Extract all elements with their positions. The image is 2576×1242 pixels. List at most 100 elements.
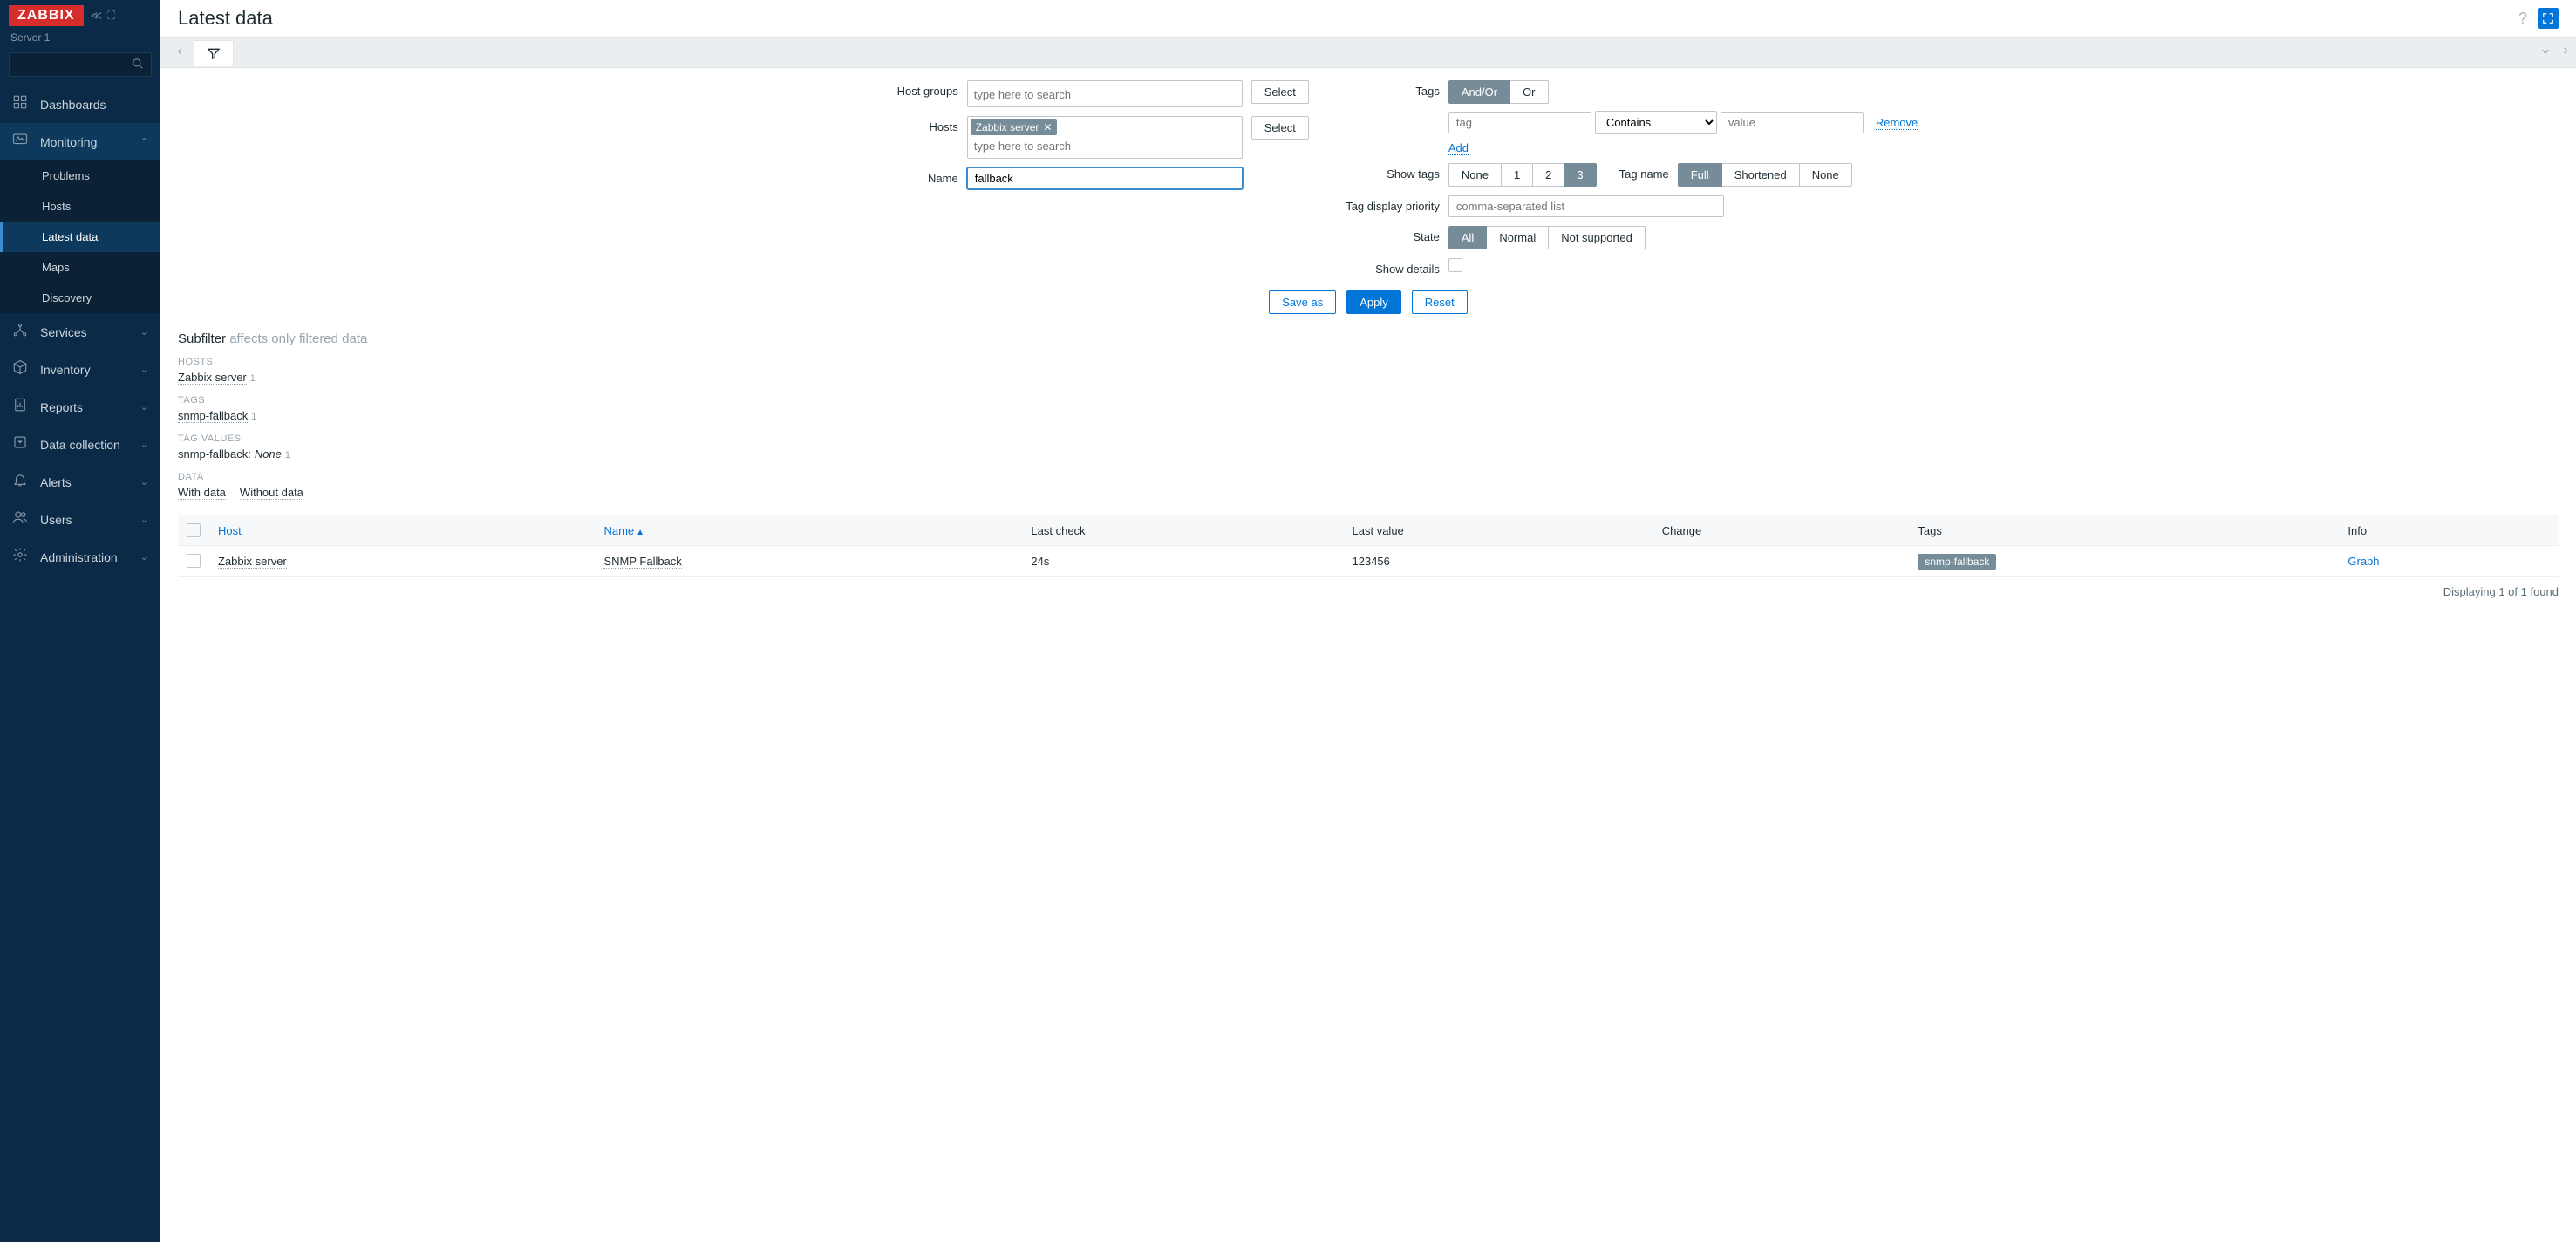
show-details-checkbox[interactable] [1448,258,1462,272]
tags-mode-or[interactable]: Or [1510,80,1548,104]
brand-logo[interactable]: ZABBIX [9,5,84,26]
row-name-link[interactable]: SNMP Fallback [603,555,681,569]
subfilter-tag-item[interactable]: snmp-fallback 1 [178,409,256,423]
nav-latest-data[interactable]: Latest data [0,222,160,252]
subfilter-data-label: DATA [178,472,2559,482]
tag-name-shortened[interactable]: Shortened [1722,163,1800,187]
hosts-select-button[interactable]: Select [1251,116,1309,140]
page-title: Latest data [178,7,273,30]
tag-name-group: Full Shortened None [1678,163,1852,187]
reports-icon [12,397,28,417]
chevron-down-icon: ⌄ [140,439,148,450]
nav-inventory[interactable]: Inventory ⌄ [0,351,160,388]
main-content: Latest data ? Ho [160,0,2576,1242]
tab-prev-icon[interactable] [166,41,194,65]
sidebar-header: ZABBIX ≪ ⛶ [0,0,160,28]
tag-add-link[interactable]: Add [1448,141,1469,155]
show-tags-2[interactable]: 2 [1533,163,1564,187]
label-tags: Tags [1344,80,1440,98]
filter-collapse-icon[interactable] [2539,45,2552,60]
subfilter-with-data[interactable]: With data [178,486,226,500]
row-checkbox[interactable] [187,554,201,568]
alerts-icon [12,472,28,492]
chevron-down-icon: ⌄ [140,401,148,413]
filter-right-column: Tags And/Or Or Contains Remove [1344,80,1918,276]
state-not-supported[interactable]: Not supported [1549,226,1646,249]
main-nav: Dashboards Monitoring ⌃ Problems Hosts L… [0,85,160,576]
subfilter-host-item[interactable]: Zabbix server 1 [178,371,256,385]
host-groups-multiselect[interactable] [967,80,1243,107]
global-search[interactable] [9,52,152,77]
tab-next-icon[interactable] [2560,45,2571,60]
col-host[interactable]: Host [209,515,595,546]
tag-name-input[interactable] [1448,112,1591,133]
chevron-down-icon: ⌄ [140,364,148,375]
nav-services[interactable]: Services ⌄ [0,313,160,351]
tag-remove-link[interactable]: Remove [1876,116,1918,130]
host-groups-input[interactable] [971,85,1239,104]
name-input[interactable] [967,167,1243,189]
row-host-link[interactable]: Zabbix server [218,555,287,569]
filter-icon [207,46,221,60]
host-chip[interactable]: Zabbix server ✕ [971,119,1058,135]
nav-users[interactable]: Users ⌄ [0,501,160,538]
nav-discovery[interactable]: Discovery [0,283,160,313]
help-icon[interactable]: ? [2518,10,2527,28]
hosts-input[interactable] [971,137,1239,155]
reset-button[interactable]: Reset [1412,290,1468,314]
data-collection-icon [12,434,28,454]
nav-reports[interactable]: Reports ⌄ [0,388,160,426]
tag-name-none[interactable]: None [1800,163,1852,187]
tag-display-priority-input[interactable] [1448,195,1724,217]
host-chip-label: Zabbix server [976,121,1039,133]
chevron-down-icon: ⌄ [140,551,148,563]
select-all-checkbox[interactable] [187,523,201,537]
filter-actions: Save as Apply Reset [160,283,2576,326]
chevron-down-icon: ⌄ [140,326,148,338]
label-show-tags: Show tags [1344,163,1440,181]
nav-problems[interactable]: Problems [0,160,160,191]
tag-name-full[interactable]: Full [1678,163,1722,187]
show-tags-3[interactable]: 3 [1564,163,1596,187]
label-hosts: Hosts [819,116,958,133]
nav-hosts[interactable]: Hosts [0,191,160,222]
save-as-button[interactable]: Save as [1269,290,1336,314]
filter-tab-active[interactable] [194,40,234,66]
label-host-groups: Host groups [819,80,958,98]
hosts-multiselect[interactable]: Zabbix server ✕ [967,116,1243,159]
nav-dashboards[interactable]: Dashboards [0,85,160,123]
show-tags-group: None 1 2 3 [1448,163,1597,187]
nav-monitoring[interactable]: Monitoring ⌃ [0,123,160,160]
collapse-sidebar-icon[interactable]: ≪ [91,9,103,23]
graph-link[interactable]: Graph [2348,555,2379,568]
host-groups-select-button[interactable]: Select [1251,80,1309,104]
state-normal[interactable]: Normal [1487,226,1549,249]
row-tag-chip[interactable]: snmp-fallback [1918,554,1996,570]
nav-data-collection[interactable]: Data collection ⌄ [0,426,160,463]
services-icon [12,322,28,342]
show-tags-1[interactable]: 1 [1502,163,1533,187]
nav-monitoring-submenu: Problems Hosts Latest data Maps Discover… [0,160,160,313]
label-tag-name: Tag name [1619,163,1669,181]
search-icon [132,58,144,72]
tags-mode-andor[interactable]: And/Or [1448,80,1510,104]
col-last-value: Last value [1344,515,1653,546]
nav-maps[interactable]: Maps [0,252,160,283]
state-all[interactable]: All [1448,226,1487,249]
nav-label: Services [40,325,87,339]
subfilter-tag-value-item[interactable]: snmp-fallback:None 1 [178,447,290,461]
col-name[interactable]: Name▲ [595,515,1022,546]
nav-alerts[interactable]: Alerts ⌄ [0,463,160,501]
remove-chip-icon[interactable]: ✕ [1043,121,1052,133]
tag-operator-select[interactable]: Contains [1595,111,1717,134]
fullscreen-button[interactable] [2538,8,2559,29]
page-header: Latest data ? [160,0,2576,37]
apply-button[interactable]: Apply [1346,290,1401,314]
label-tag-display-priority: Tag display priority [1344,195,1440,213]
nav-administration[interactable]: Administration ⌄ [0,538,160,576]
tag-value-input[interactable] [1721,112,1864,133]
latest-data-table: Host Name▲ Last check Last value Change … [178,515,2559,577]
popout-icon[interactable]: ⛶ [107,9,115,23]
subfilter-without-data[interactable]: Without data [240,486,303,500]
show-tags-none[interactable]: None [1448,163,1502,187]
